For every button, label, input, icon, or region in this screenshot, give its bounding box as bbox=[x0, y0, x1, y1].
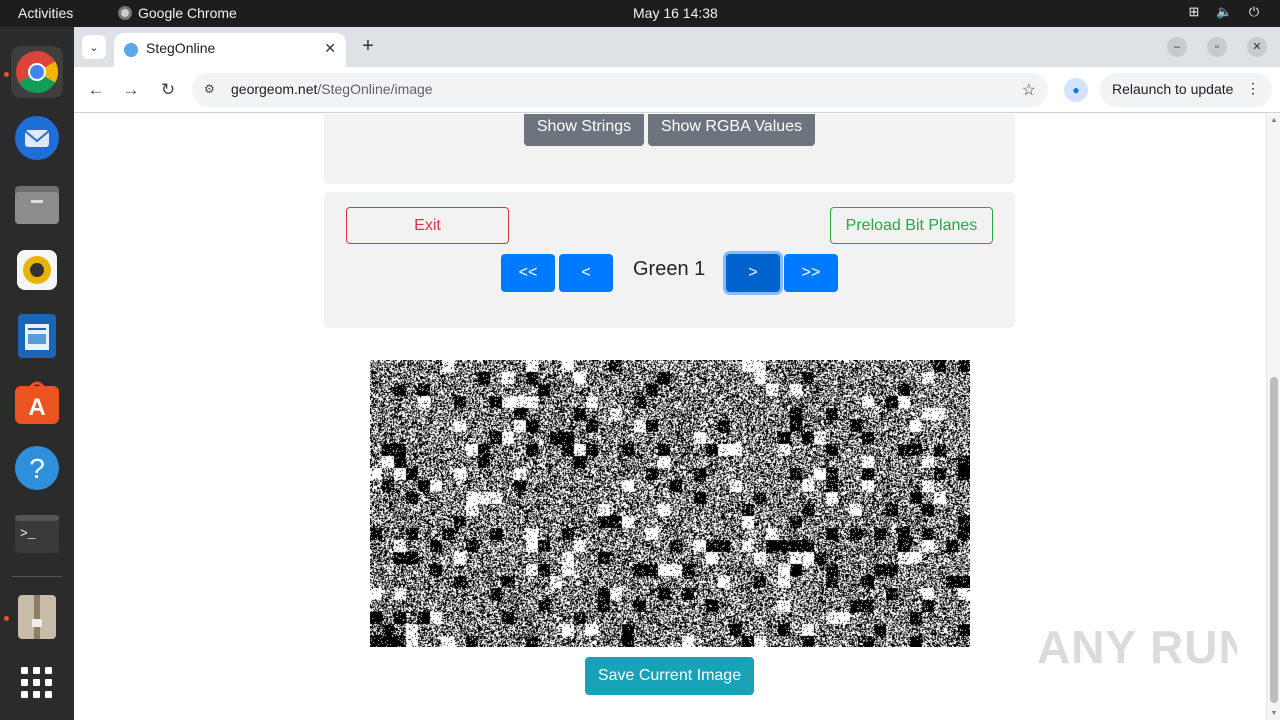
files-icon[interactable] bbox=[11, 178, 63, 230]
back-arrow-icon[interactable]: ← bbox=[84, 78, 108, 102]
window-close-icon[interactable]: ✕ bbox=[1247, 37, 1267, 57]
first-plane-button[interactable]: << bbox=[501, 254, 555, 292]
dock: A ? >_ bbox=[0, 27, 74, 720]
scrollbar-thumb[interactable] bbox=[1270, 377, 1278, 703]
bookmark-star-icon[interactable]: ☆ bbox=[1022, 80, 1036, 100]
thunderbird-icon[interactable] bbox=[11, 112, 63, 164]
reload-icon[interactable]: ↻ bbox=[156, 78, 180, 102]
show-strings-button[interactable]: Show Strings bbox=[524, 114, 644, 146]
dock-separator bbox=[12, 576, 62, 577]
network-icon[interactable]: ⊞ bbox=[1186, 4, 1202, 20]
archive-manager-icon[interactable] bbox=[11, 591, 63, 643]
scroll-down-icon[interactable]: ▼ bbox=[1267, 710, 1280, 717]
app-center-icon[interactable]: A bbox=[11, 376, 63, 428]
anyrun-watermark: ANY RUN bbox=[1037, 611, 1252, 692]
url-text[interactable]: georgeom.net/StegOnline/image bbox=[231, 81, 433, 97]
relaunch-label: Relaunch to update bbox=[1112, 81, 1234, 97]
show-rgba-button[interactable]: Show RGBA Values bbox=[648, 114, 815, 146]
tab-stegonline[interactable]: StegOnline ✕ bbox=[114, 33, 346, 67]
preload-bit-planes-button[interactable]: Preload Bit Planes bbox=[830, 207, 993, 244]
svg-text:>_: >_ bbox=[20, 526, 36, 541]
active-app-menu[interactable]: Google Chrome bbox=[118, 5, 237, 21]
running-indicator bbox=[4, 616, 9, 621]
bit-plane-panel: Exit Preload Bit Planes << < Green 1 > >… bbox=[324, 192, 1015, 328]
scroll-up-icon[interactable]: ▲ bbox=[1267, 117, 1280, 124]
tab-close-icon[interactable]: ✕ bbox=[324, 40, 336, 57]
tab-title: StegOnline bbox=[146, 40, 216, 56]
active-app-name: Google Chrome bbox=[138, 5, 237, 21]
url-path: /StegOnline/image bbox=[317, 81, 433, 97]
watermark-text: ANY RUN bbox=[1037, 621, 1237, 673]
chrome-window: ⌄ StegOnline ✕ + – ▫ ✕ ← → ↻ ⚙ georgeom.… bbox=[74, 27, 1280, 720]
last-plane-button[interactable]: >> bbox=[784, 254, 838, 292]
activities-button[interactable]: Activities bbox=[18, 5, 73, 21]
address-bar[interactable]: ⚙ georgeom.net/StegOnline/image ☆ bbox=[192, 73, 1048, 107]
minimize-icon[interactable]: – bbox=[1167, 37, 1187, 57]
next-plane-button[interactable]: > bbox=[726, 254, 780, 292]
terminal-icon[interactable]: >_ bbox=[11, 508, 63, 560]
new-tab-plus-icon[interactable]: + bbox=[356, 35, 380, 59]
globe-favicon-icon bbox=[124, 43, 138, 57]
vertical-scrollbar[interactable]: ▲ ▼ bbox=[1266, 114, 1280, 720]
menu-kebab-icon[interactable]: ⋮ bbox=[1246, 80, 1260, 97]
tools-panel: Show Strings Show RGBA Values bbox=[324, 114, 1015, 184]
tab-strip: ⌄ StegOnline ✕ + – ▫ ✕ bbox=[74, 27, 1280, 67]
help-icon[interactable]: ? bbox=[11, 442, 63, 494]
page-viewport: Show Strings Show RGBA Values Exit Prelo… bbox=[74, 114, 1280, 720]
profile-avatar-icon[interactable]: ● bbox=[1064, 78, 1088, 102]
previous-plane-button[interactable]: < bbox=[559, 254, 613, 292]
bit-plane-image bbox=[370, 360, 970, 647]
current-plane-label: Green 1 bbox=[633, 258, 706, 280]
chrome-small-icon bbox=[118, 6, 132, 20]
power-icon[interactable]: ⏻ bbox=[1246, 4, 1262, 20]
running-indicator bbox=[4, 72, 9, 77]
save-current-image-button[interactable]: Save Current Image bbox=[585, 657, 754, 695]
relaunch-button[interactable]: Relaunch to update ⋮ bbox=[1100, 73, 1272, 107]
app-grid-icon[interactable] bbox=[11, 657, 63, 709]
rhythmbox-icon[interactable] bbox=[11, 244, 63, 296]
url-host: georgeom.net bbox=[231, 81, 318, 97]
system-tray[interactable]: ⊞ 🔈 ⏻ bbox=[1186, 4, 1262, 20]
svg-text:?: ? bbox=[29, 453, 45, 484]
forward-arrow-icon[interactable]: → bbox=[119, 78, 143, 102]
site-info-icon[interactable]: ⚙ bbox=[204, 82, 215, 96]
chrome-icon[interactable] bbox=[11, 46, 63, 98]
exit-button[interactable]: Exit bbox=[346, 207, 509, 244]
svg-text:A: A bbox=[28, 394, 45, 421]
clock[interactable]: May 16 14:38 bbox=[633, 5, 718, 21]
tab-search-chevron-icon[interactable]: ⌄ bbox=[82, 35, 106, 59]
writer-icon[interactable] bbox=[11, 310, 63, 362]
maximize-icon[interactable]: ▫ bbox=[1207, 37, 1227, 57]
browser-toolbar: ← → ↻ ⚙ georgeom.net/StegOnline/image ☆ … bbox=[74, 67, 1280, 113]
volume-icon[interactable]: 🔈 bbox=[1216, 4, 1232, 20]
system-top-bar: Activities Google Chrome May 16 14:38 ⊞ … bbox=[0, 0, 1280, 27]
